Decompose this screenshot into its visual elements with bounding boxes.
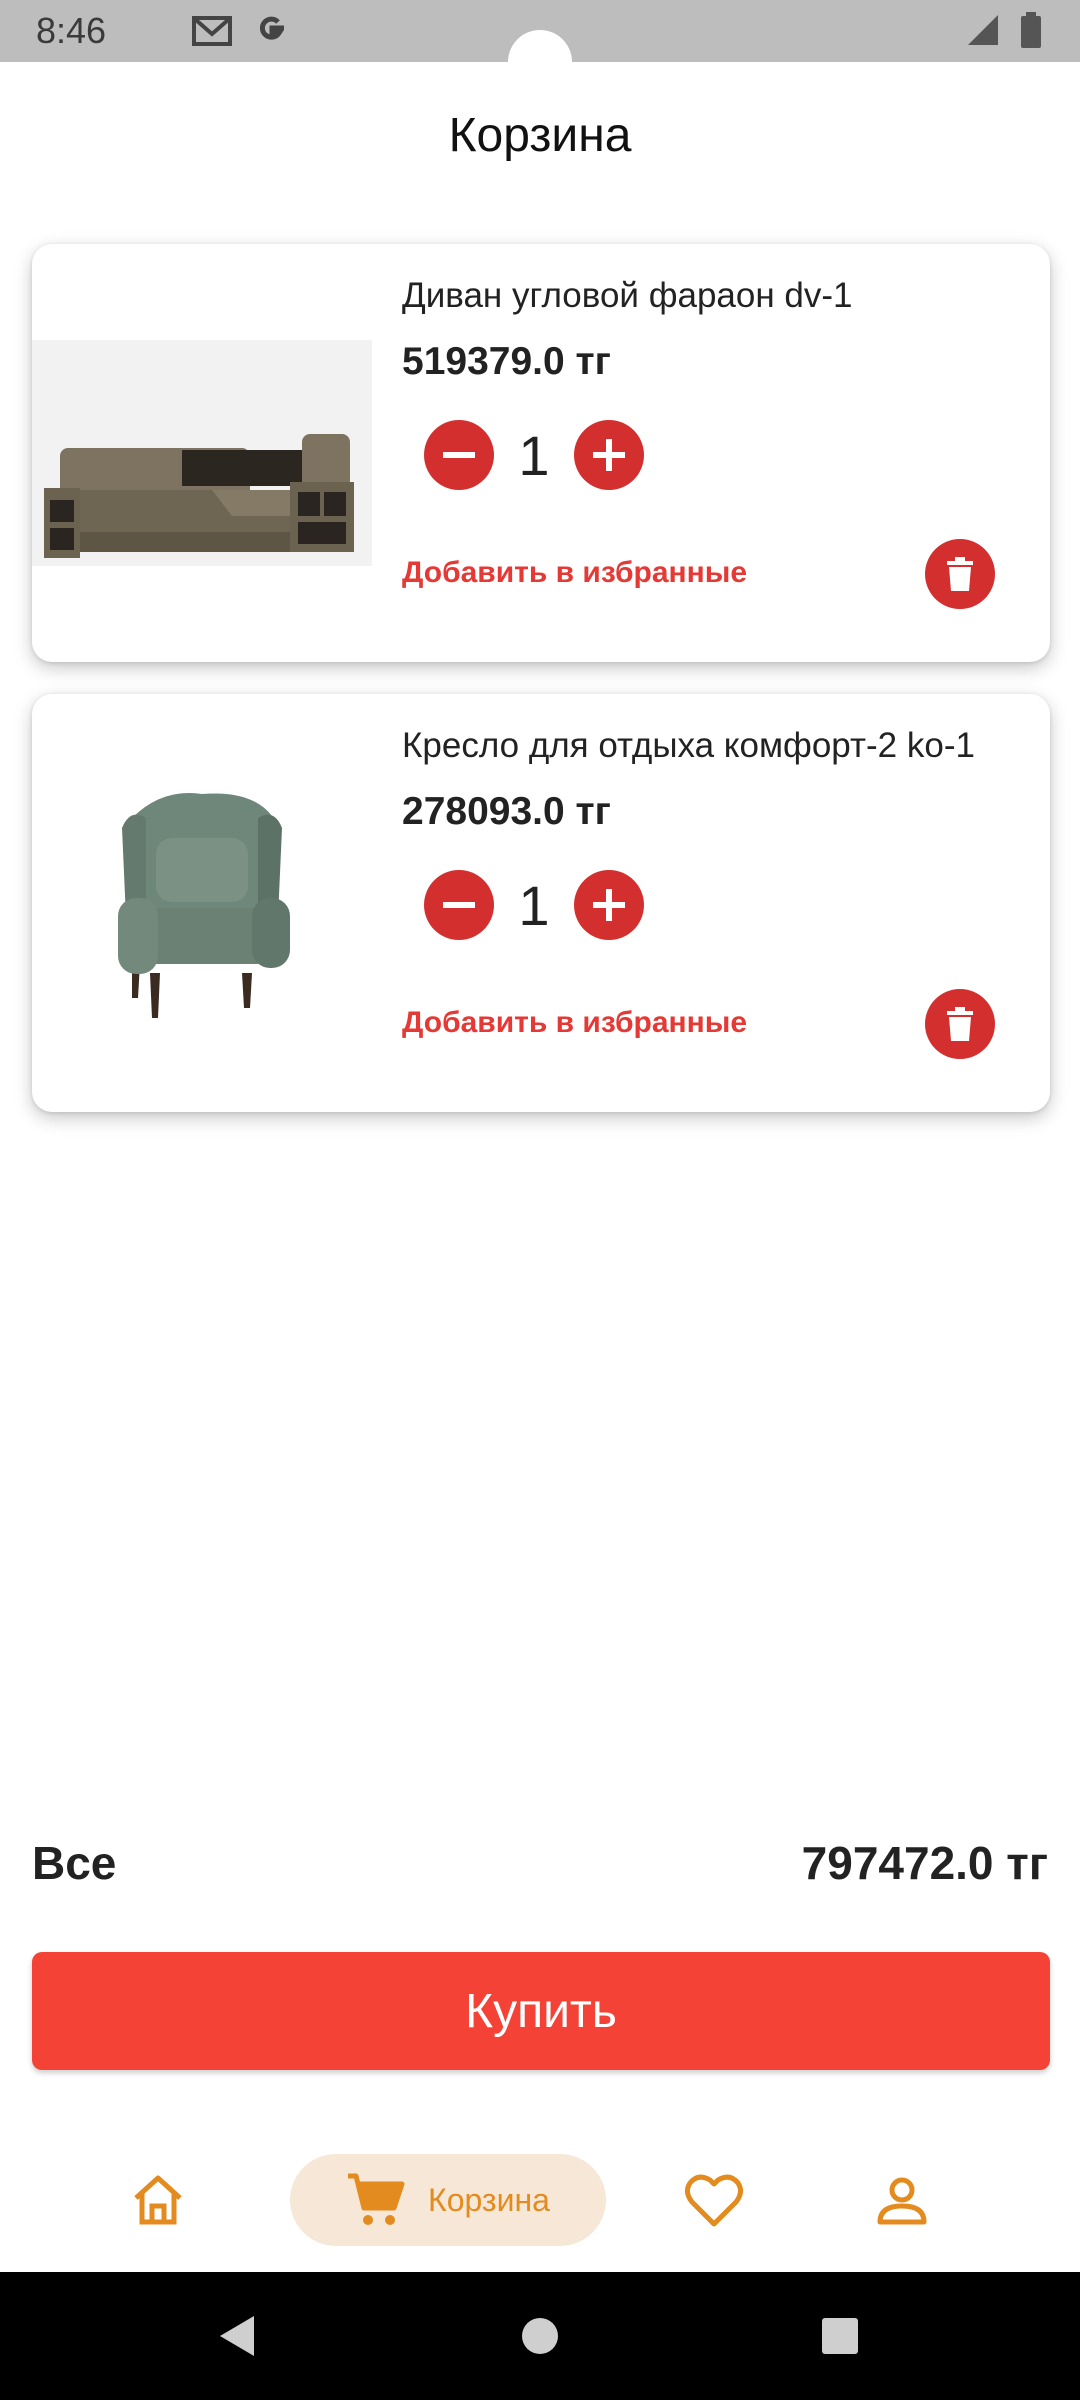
cart-item-card[interactable]: Диван угловой фараон dv-1 519379.0 тг 1 …	[32, 244, 1050, 662]
gmail-icon	[192, 14, 232, 51]
home-icon	[134, 2175, 182, 2225]
system-home-button[interactable]	[480, 2272, 600, 2400]
decrease-quantity-button[interactable]	[424, 420, 494, 490]
back-triangle-icon	[220, 2316, 254, 2356]
trash-icon	[947, 1007, 973, 1041]
status-notification-icons	[192, 12, 290, 53]
signal-icon	[966, 13, 1000, 52]
nav-cart-label: Корзина	[428, 2181, 550, 2218]
profile-icon	[877, 2177, 927, 2225]
status-time: 8:46	[36, 10, 107, 51]
plus-icon	[593, 439, 625, 471]
product-price: 519379.0 тг	[402, 340, 611, 383]
minus-icon	[443, 452, 475, 458]
bottom-navigation: Корзина	[0, 2140, 1080, 2270]
minus-icon	[443, 902, 475, 908]
increase-quantity-button[interactable]	[574, 870, 644, 940]
product-title[interactable]: Диван угловой фараон dv-1	[402, 276, 853, 316]
cart-icon	[348, 2173, 405, 2225]
product-price: 278093.0 тг	[402, 790, 611, 833]
trash-icon	[947, 557, 973, 591]
decrease-quantity-button[interactable]	[424, 870, 494, 940]
quantity-value: 1	[518, 423, 550, 487]
recents-square-icon	[822, 2318, 858, 2354]
nav-cart[interactable]: Корзина	[290, 2154, 606, 2246]
delete-item-button[interactable]	[925, 539, 995, 609]
home-circle-icon	[522, 2318, 558, 2354]
page-title: Корзина	[448, 109, 632, 162]
status-system-icons	[966, 12, 1042, 53]
nav-profile[interactable]	[856, 2154, 948, 2246]
system-navigation-bar	[0, 2272, 1080, 2400]
delete-item-button[interactable]	[925, 989, 995, 1059]
quantity-value: 1	[518, 873, 550, 937]
product-title[interactable]: Кресло для отдыха комфорт-2 ko-1	[402, 726, 975, 766]
heart-icon	[684, 2174, 744, 2227]
nav-favorites[interactable]	[668, 2154, 760, 2246]
total-label: Все	[32, 1837, 117, 1889]
total-value: 797472.0 тг	[801, 1837, 1048, 1889]
system-recents-button[interactable]	[780, 2272, 900, 2400]
cart-item-card[interactable]: Кресло для отдыха комфорт-2 ko-1 278093.…	[32, 694, 1050, 1112]
product-image-sofa[interactable]	[32, 244, 372, 662]
plus-icon	[593, 889, 625, 921]
quantity-stepper: 1	[424, 870, 644, 940]
battery-icon	[1020, 12, 1042, 53]
google-icon	[254, 12, 290, 53]
nav-home[interactable]	[112, 2154, 204, 2246]
system-back-button[interactable]	[178, 2272, 298, 2400]
product-image-armchair[interactable]	[32, 694, 372, 1112]
add-to-favorites-link[interactable]: Добавить в избранные	[402, 556, 747, 590]
increase-quantity-button[interactable]	[574, 420, 644, 490]
add-to-favorites-link[interactable]: Добавить в избранные	[402, 1006, 747, 1040]
camera-notch	[508, 30, 572, 94]
buy-button[interactable]: Купить	[32, 1952, 1050, 2070]
quantity-stepper: 1	[424, 420, 644, 490]
